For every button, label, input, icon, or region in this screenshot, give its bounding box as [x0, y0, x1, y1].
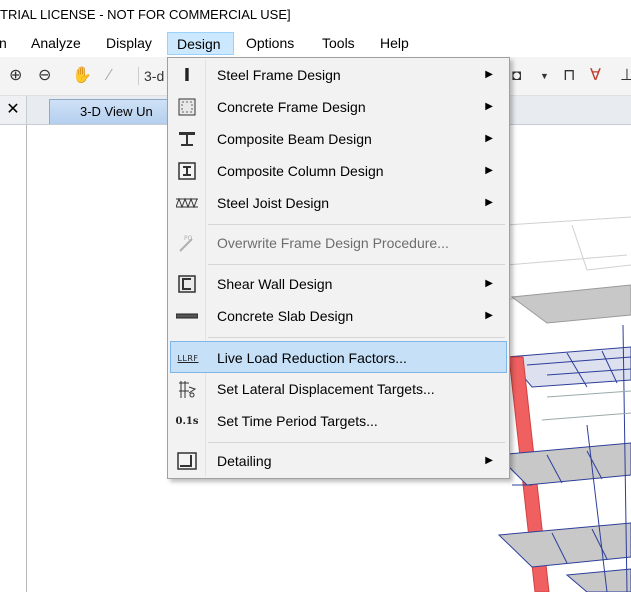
- display-icon[interactable]: ◘: [512, 66, 521, 86]
- concrete-frame-icon: [176, 97, 198, 117]
- menu-item-label: Concrete Slab Design: [217, 308, 354, 324]
- submenu-arrow-icon: ▶: [485, 133, 493, 144]
- detailing-icon: [176, 451, 198, 471]
- llrf-icon: LLRF: [177, 353, 199, 363]
- toolbar-separator: [138, 67, 139, 85]
- menu-item-partial[interactable]: n: [0, 32, 7, 55]
- menu-item-set-time-period-targets[interactable]: 0.1s Set Time Period Targets...: [170, 405, 507, 437]
- menu-item-label: Composite Beam Design: [217, 131, 372, 147]
- menu-design[interactable]: Design: [167, 32, 234, 55]
- menu-separator: [208, 337, 505, 338]
- submenu-arrow-icon: ▶: [485, 69, 493, 80]
- close-panel-icon[interactable]: ✕: [0, 96, 27, 124]
- menu-item-label: Set Lateral Displacement Targets...: [217, 381, 435, 397]
- submenu-arrow-icon: ▶: [485, 310, 493, 321]
- submenu-arrow-icon: ▶: [485, 101, 493, 112]
- frame-draw-icon[interactable]: ⊓: [563, 66, 575, 86]
- menu-item-concrete-frame-design[interactable]: Concrete Frame Design ▶: [170, 91, 507, 123]
- menu-item-concrete-slab-design[interactable]: Concrete Slab Design ▶: [170, 300, 507, 332]
- composite-column-icon: [176, 161, 198, 181]
- menu-item-label: Detailing: [217, 453, 272, 469]
- menu-item-label: Concrete Frame Design: [217, 99, 366, 115]
- window-title: TRIAL LICENSE - NOT FOR COMMERCIAL USE]: [0, 7, 291, 22]
- tab-3d-view[interactable]: 3-D View Un: [49, 99, 169, 124]
- submenu-arrow-icon: ▶: [485, 278, 493, 289]
- menu-help[interactable]: Help: [380, 32, 409, 55]
- menu-item-shear-wall-design[interactable]: Shear Wall Design ▶: [170, 268, 507, 300]
- window-title-bar: TRIAL LICENSE - NOT FOR COMMERCIAL USE]: [0, 0, 631, 30]
- menu-item-label: Shear Wall Design: [217, 276, 333, 292]
- steel-joist-icon: [176, 193, 198, 213]
- menu-item-label: Steel Joist Design: [217, 195, 330, 211]
- more-tools-icon[interactable]: ⊥: [620, 66, 631, 86]
- view-3d-button[interactable]: 3-d: [144, 66, 164, 86]
- menu-item-label: Steel Frame Design: [217, 67, 341, 83]
- menu-item-detailing[interactable]: Detailing ▶: [170, 445, 507, 477]
- menu-tools[interactable]: Tools: [322, 32, 355, 55]
- submenu-arrow-icon: ▶: [485, 165, 493, 176]
- zoom-out-icon[interactable]: ⊖: [38, 66, 51, 86]
- menu-item-steel-joist-design[interactable]: Steel Joist Design ▶: [170, 187, 507, 219]
- design-dropdown-menu: I Steel Frame Design ▶ Concrete Frame De…: [167, 57, 510, 479]
- menu-item-steel-frame-design[interactable]: I Steel Frame Design ▶: [170, 59, 507, 91]
- menu-item-label: Live Load Reduction Factors...: [217, 350, 407, 366]
- menu-item-composite-beam-design[interactable]: Composite Beam Design ▶: [170, 123, 507, 155]
- svg-text:PO: PO: [184, 235, 193, 242]
- lateral-displacement-icon: [176, 379, 198, 399]
- pan-hand-icon[interactable]: ✋: [72, 66, 92, 86]
- overwrite-procedure-icon: PO: [176, 233, 198, 253]
- menu-item-set-lateral-displacement-targets[interactable]: Set Lateral Displacement Targets...: [170, 373, 507, 405]
- menu-item-composite-column-design[interactable]: Composite Column Design ▶: [170, 155, 507, 187]
- assign-icon[interactable]: ∀: [590, 66, 601, 86]
- dropdown-arrow-icon[interactable]: ▼: [540, 66, 549, 86]
- menu-item-live-load-reduction-factors[interactable]: LLRF Live Load Reduction Factors...: [170, 341, 507, 373]
- submenu-arrow-icon: ▶: [485, 455, 493, 466]
- submenu-arrow-icon: ▶: [485, 197, 493, 208]
- menu-analyze[interactable]: Analyze: [31, 32, 81, 55]
- menu-item-label: Set Time Period Targets...: [217, 413, 378, 429]
- menu-separator: [208, 264, 505, 265]
- composite-beam-icon: [176, 129, 198, 149]
- zoom-in-icon[interactable]: ⊕: [9, 66, 22, 86]
- time-period-icon: 0.1s: [175, 415, 199, 427]
- model-explorer-panel: [0, 125, 27, 592]
- menu-display[interactable]: Display: [106, 32, 152, 55]
- menu-item-label: Overwrite Frame Design Procedure...: [217, 235, 449, 251]
- shear-wall-icon: [176, 274, 198, 294]
- menu-bar: n Analyze Display Design Options Tools H…: [0, 30, 631, 57]
- steel-frame-icon: I: [183, 64, 191, 86]
- concrete-slab-icon: [176, 306, 198, 326]
- rubber-band-zoom-icon[interactable]: ⁄: [108, 66, 111, 86]
- menu-separator: [208, 224, 505, 225]
- menu-item-label: Composite Column Design: [217, 163, 384, 179]
- menu-options[interactable]: Options: [246, 32, 294, 55]
- menu-item-overwrite-frame-design-procedure: PO Overwrite Frame Design Procedure...: [170, 227, 507, 259]
- menu-separator: [208, 442, 505, 443]
